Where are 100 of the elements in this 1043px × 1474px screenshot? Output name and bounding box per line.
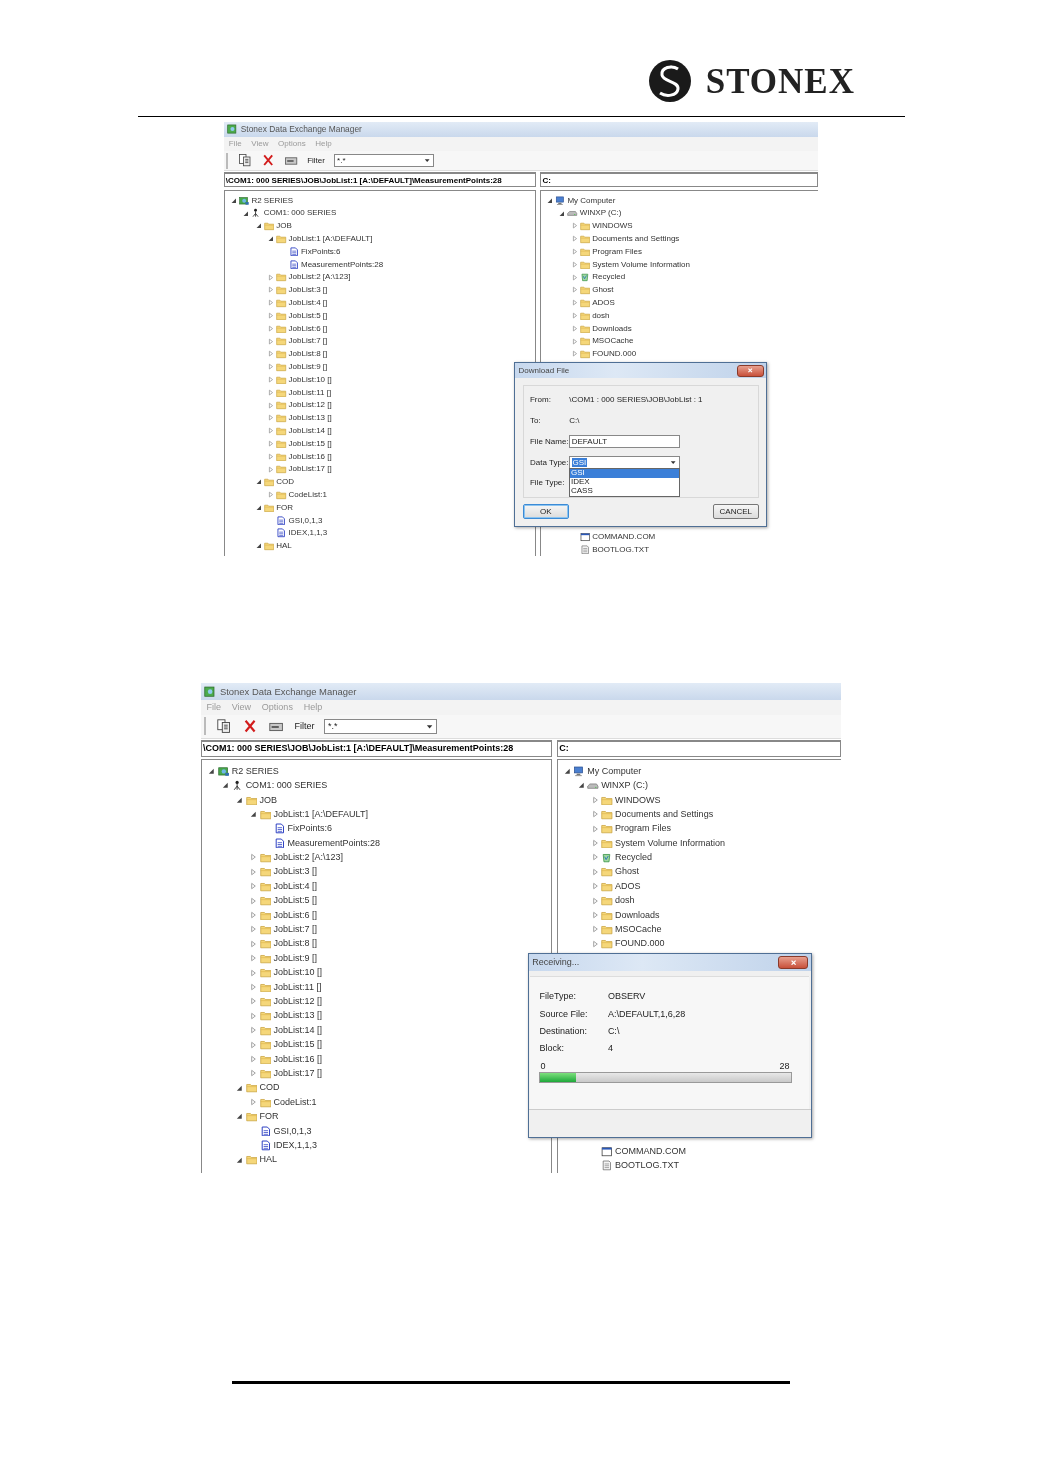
expanded-arrow-icon[interactable] [267, 235, 275, 243]
tree-item[interactable]: IDEX,1,1,3 [273, 1139, 318, 1151]
collapsed-arrow-icon[interactable] [267, 312, 275, 320]
collapsed-arrow-icon[interactable] [249, 1026, 258, 1035]
tree-item[interactable]: MSOCache [615, 924, 662, 935]
collapsed-arrow-icon[interactable] [570, 312, 578, 320]
expanded-arrow-icon[interactable] [254, 222, 262, 230]
collapsed-arrow-icon[interactable] [267, 286, 275, 294]
tree-item[interactable]: IDEX,1,1,3 [288, 528, 328, 538]
tree-item[interactable]: FOR [276, 502, 294, 513]
tree-item[interactable]: CodeList:1 [273, 1096, 317, 1108]
tree-item[interactable]: JobList:14 [] [273, 1024, 323, 1036]
expanded-arrow-icon[interactable] [254, 542, 262, 550]
collapsed-arrow-icon[interactable] [267, 350, 275, 358]
tree-item[interactable]: JobList:15 [] [273, 1039, 323, 1050]
caret-icon[interactable] [426, 723, 434, 730]
tree-item[interactable]: JobList:17 [] [273, 1067, 323, 1079]
tree-item[interactable]: Documents and Settings [615, 808, 714, 820]
collapsed-arrow-icon[interactable] [267, 337, 275, 345]
tree-item[interactable]: JobList:3 [] [288, 285, 328, 295]
tree-item[interactable]: JobList:16 [] [288, 451, 332, 462]
tree-item[interactable]: JobList:10 [] [273, 967, 323, 978]
tree-item[interactable]: FOUND.000 [592, 349, 637, 359]
collapsed-arrow-icon[interactable] [570, 350, 578, 358]
tree-item[interactable]: dosh [615, 895, 635, 907]
tree-item[interactable]: JOB [259, 794, 278, 806]
expanded-arrow-icon[interactable] [545, 196, 553, 205]
collapsed-arrow-icon[interactable] [267, 440, 275, 448]
collapsed-arrow-icon[interactable] [249, 1054, 258, 1063]
collapsed-arrow-icon[interactable] [249, 954, 258, 963]
caret-icon[interactable] [423, 158, 431, 163]
dialog-button[interactable]: OK [522, 504, 569, 519]
expanded-arrow-icon[interactable] [562, 767, 571, 776]
tree-item[interactable]: Ghost [615, 866, 640, 878]
dropdown-option[interactable]: IDEX [570, 477, 679, 487]
tree-item[interactable]: FOUND.000 [615, 938, 665, 950]
tree-item[interactable]: JobList:9 [] [288, 362, 328, 372]
tree-item[interactable]: JOB [276, 221, 292, 231]
expanded-arrow-icon[interactable] [249, 810, 258, 819]
collapsed-arrow-icon[interactable] [570, 273, 578, 281]
collapsed-arrow-icon[interactable] [267, 401, 275, 409]
collapsed-arrow-icon[interactable] [267, 491, 275, 499]
tree-item[interactable]: JobList:17 [] [288, 464, 332, 474]
collapsed-arrow-icon[interactable] [249, 968, 258, 977]
filter-combo[interactable]: *.* [333, 153, 434, 168]
collapsed-arrow-icon[interactable] [267, 452, 275, 460]
tree-item[interactable]: FOR [259, 1111, 279, 1122]
collapsed-arrow-icon[interactable] [590, 939, 599, 948]
tree-item[interactable]: COD [259, 1082, 280, 1094]
collapsed-arrow-icon[interactable] [249, 896, 258, 905]
collapsed-arrow-icon[interactable] [249, 853, 258, 862]
collapsed-arrow-icon[interactable] [267, 299, 275, 307]
tree-item[interactable]: Downloads [592, 323, 632, 334]
collapsed-arrow-icon[interactable] [249, 1011, 258, 1020]
collapsed-arrow-icon[interactable] [249, 939, 258, 948]
collapsed-arrow-icon[interactable] [570, 248, 578, 256]
tree-item[interactable]: Program Files [592, 246, 642, 257]
collapsed-arrow-icon[interactable] [267, 388, 275, 396]
expanded-arrow-icon[interactable] [242, 209, 250, 217]
collapsed-arrow-icon[interactable] [267, 273, 275, 281]
tree-item[interactable]: WINDOWS [615, 794, 661, 806]
tree-item[interactable]: Downloads [615, 909, 660, 921]
tree-item[interactable]: JobList:11 [] [273, 981, 322, 993]
collapsed-arrow-icon[interactable] [570, 235, 578, 243]
collapsed-arrow-icon[interactable] [590, 824, 599, 833]
collapsed-arrow-icon[interactable] [249, 1040, 258, 1049]
expanded-arrow-icon[interactable] [558, 209, 566, 217]
collapsed-arrow-icon[interactable] [249, 925, 258, 934]
tree-item[interactable]: JobList:15 [] [288, 438, 332, 449]
tree-item[interactable]: R2 SERIES [251, 195, 294, 206]
collapsed-arrow-icon[interactable] [570, 286, 578, 294]
tree-item[interactable]: HAL [276, 541, 292, 551]
expanded-arrow-icon[interactable] [235, 1155, 244, 1164]
tree-item[interactable]: JobList:6 [] [288, 323, 328, 334]
tree-item[interactable]: JobList:11 [] [288, 387, 332, 398]
dropdown-option[interactable]: CASS [570, 486, 679, 496]
tree-item[interactable]: ADOS [615, 880, 641, 892]
collapsed-arrow-icon[interactable] [590, 853, 599, 862]
tree-item[interactable]: JobList:9 [] [273, 952, 318, 964]
tree-item[interactable]: JobList:14 [] [288, 426, 332, 436]
tree-item[interactable]: Ghost [592, 285, 614, 295]
collapsed-arrow-icon[interactable] [249, 982, 258, 992]
collapsed-arrow-icon[interactable] [249, 1069, 258, 1078]
tree-item[interactable]: BOOTLOG.TXT [592, 544, 650, 555]
expanded-arrow-icon[interactable] [207, 767, 216, 776]
tree-item[interactable]: JobList:4 [] [288, 298, 328, 308]
tree-item[interactable]: MeasurementPoints:28 [287, 837, 381, 849]
copy-icon[interactable] [237, 153, 252, 168]
collapsed-arrow-icon[interactable] [590, 867, 599, 876]
tree-item[interactable]: JobList:13 [] [288, 413, 332, 423]
collapsed-arrow-icon[interactable] [267, 324, 275, 332]
tree-item[interactable]: COMMAND.COM [592, 532, 656, 542]
expanded-arrow-icon[interactable] [254, 503, 262, 512]
collapsed-arrow-icon[interactable] [590, 925, 599, 934]
expanded-arrow-icon[interactable] [254, 478, 262, 486]
expanded-arrow-icon[interactable] [229, 196, 237, 205]
tree-item[interactable]: JobList:1 [A:\DEFAULT] [273, 808, 368, 820]
tree-item[interactable]: JobList:12 [] [288, 400, 332, 410]
collapsed-arrow-icon[interactable] [267, 376, 275, 384]
collapsed-arrow-icon[interactable] [267, 414, 275, 422]
